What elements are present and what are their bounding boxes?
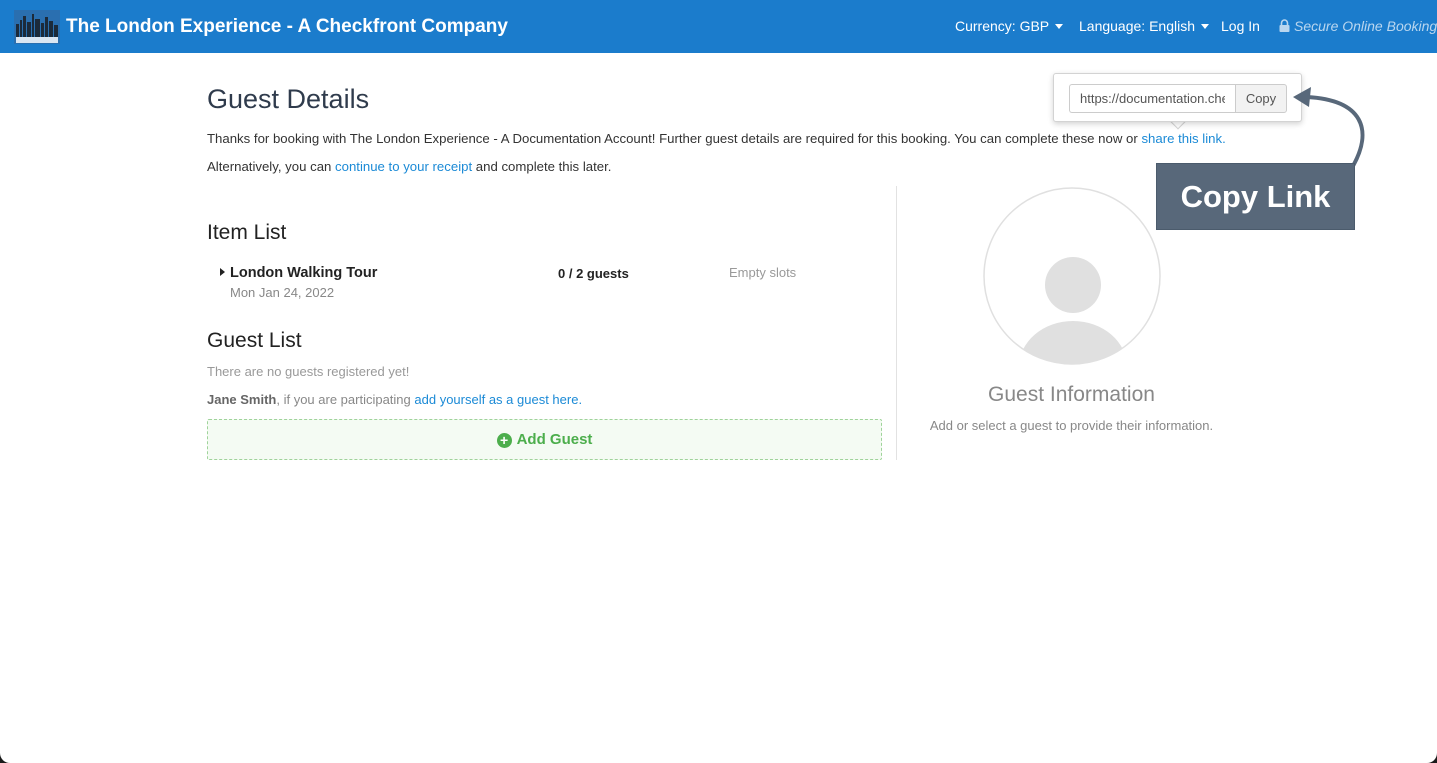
- browser-page: The London Experience - A Checkfront Com…: [0, 0, 1437, 763]
- guest-list-title: Guest List: [207, 329, 302, 352]
- add-guest-label: Add Guest: [516, 431, 593, 448]
- share-link-popover: Copy: [1053, 73, 1302, 122]
- plus-circle-icon: +: [496, 433, 512, 448]
- brand-title[interactable]: The London Experience - A Checkfront Com…: [66, 16, 508, 38]
- language-dropdown[interactable]: Language: English: [1079, 18, 1209, 34]
- alt-prefix: Alternatively, you can: [207, 159, 336, 174]
- expand-triangle-icon[interactable]: [220, 268, 225, 276]
- login-link[interactable]: Log In: [1221, 18, 1260, 34]
- item-list-title: Item List: [207, 221, 287, 244]
- item-date: Mon Jan 24, 2022: [230, 285, 335, 300]
- intro-sentence: Thanks for booking with The London Exper…: [207, 131, 1142, 146]
- intro-text: Thanks for booking with The London Exper…: [207, 131, 1257, 146]
- item-guest-count: 0 / 2 guests: [558, 266, 629, 281]
- alternative-text: Alternatively, you can continue to your …: [207, 159, 1257, 174]
- page-title: Guest Details: [207, 84, 370, 114]
- add-yourself-link[interactable]: add yourself as a guest here.: [414, 392, 582, 407]
- receipt-link[interactable]: continue to your receipt: [335, 159, 472, 174]
- lock-icon: [1279, 19, 1290, 32]
- london-skyline-logo-icon[interactable]: [14, 10, 60, 44]
- top-navbar: The London Experience - A Checkfront Com…: [0, 0, 1437, 53]
- avatar-placeholder-icon: [983, 187, 1161, 365]
- currency-label: Currency: GBP: [955, 18, 1050, 34]
- share-url-input[interactable]: [1069, 84, 1235, 113]
- alt-suffix: and complete this later.: [472, 159, 612, 174]
- language-label: Language: English: [1079, 18, 1195, 34]
- caret-down-icon: [1055, 23, 1064, 29]
- participate-sentence: , if you are participating: [276, 392, 415, 407]
- caret-down-icon: [1201, 23, 1209, 29]
- column-divider: [896, 186, 897, 460]
- annotation-arrow-icon: [1293, 87, 1365, 168]
- item-name: London Walking Tour: [230, 265, 378, 281]
- no-guests-message: There are no guests registered yet!: [207, 364, 410, 379]
- copy-button[interactable]: Copy: [1235, 84, 1287, 113]
- secure-booking-badge: Secure Online Booking: [1279, 18, 1437, 34]
- guest-info-subtitle: Add or select a guest to provide their i…: [929, 418, 1214, 433]
- guest-info-title: Guest Information: [988, 383, 1155, 406]
- add-guest-button[interactable]: + Add Guest: [207, 419, 882, 460]
- item-slots-status: Empty slots: [729, 265, 797, 280]
- share-link[interactable]: share this link.: [1141, 131, 1225, 146]
- currency-dropdown[interactable]: Currency: GBP: [955, 18, 1064, 34]
- user-name: Jane Smith: [207, 392, 277, 407]
- secure-booking-label: Secure Online Booking: [1294, 18, 1437, 34]
- participate-text: Jane Smith, if you are participating add…: [207, 392, 582, 407]
- copy-link-annotation: Copy Link: [1156, 163, 1355, 230]
